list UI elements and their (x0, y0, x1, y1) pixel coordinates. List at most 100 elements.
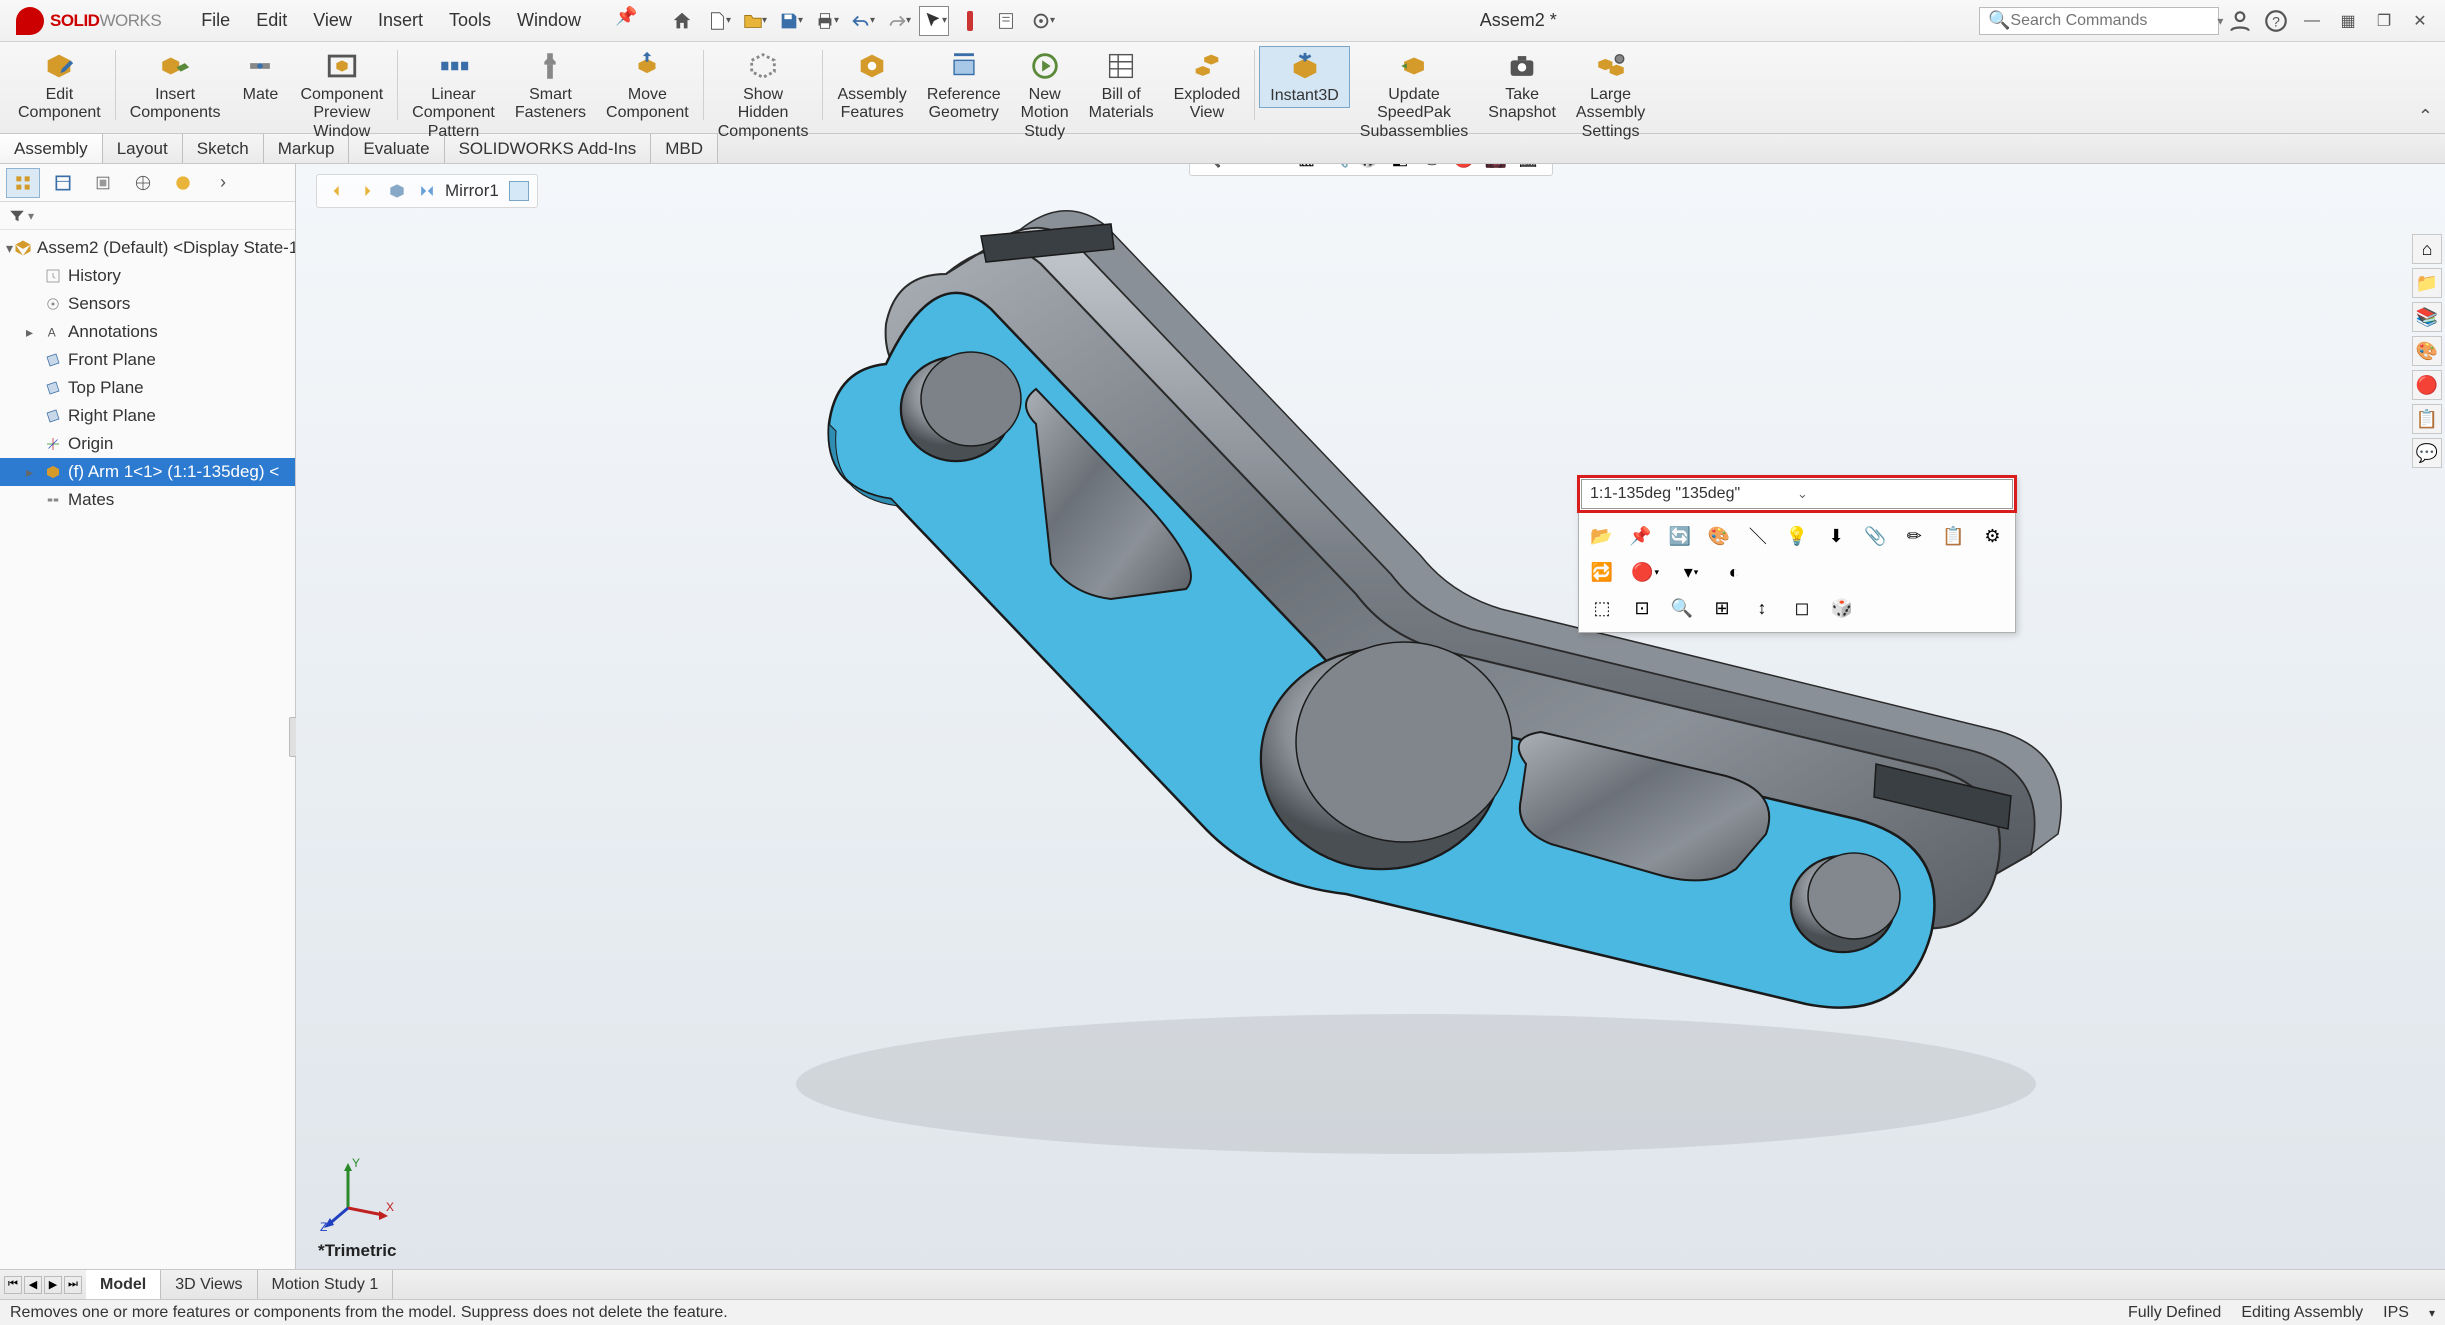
bottom-tab-motion-study-1[interactable]: Motion Study 1 (258, 1270, 394, 1299)
ribbon-large-asm[interactable]: Large Assembly Settings (1566, 46, 1655, 143)
tp-forum-icon[interactable]: 💬 (2412, 438, 2442, 468)
btab-first-icon[interactable]: ⏮ (4, 1276, 22, 1294)
new-icon[interactable]: ▾ (703, 6, 733, 36)
ctx-transparency-icon[interactable]: ◐ (1717, 556, 1751, 588)
ribbon-preview[interactable]: Component Preview Window (290, 46, 393, 143)
dimxpert-manager-tab[interactable] (126, 168, 160, 198)
ctx-isolate-icon[interactable]: ⬇ (1820, 520, 1853, 552)
ctx-pin-icon[interactable]: 📌 (1624, 520, 1657, 552)
tree-item-origin[interactable]: Origin (0, 430, 295, 458)
ribbon-ref-geom[interactable]: Reference Geometry (917, 46, 1011, 125)
tree-item-mates[interactable]: Mates (0, 486, 295, 514)
status-dropdown-icon[interactable]: ▾ (2429, 1306, 2435, 1320)
redo-icon[interactable]: ▾ (883, 6, 913, 36)
ctx-normal-icon[interactable]: ⊡ (1625, 592, 1659, 624)
ctx-highlight-icon[interactable]: 💡 (1780, 520, 1813, 552)
bc-face-icon[interactable] (509, 181, 529, 201)
ribbon-bom[interactable]: Bill of Materials (1079, 46, 1164, 125)
ctx-tree-icon[interactable]: 📋 (1937, 520, 1970, 552)
ctx-options-icon[interactable]: ⚙ (1976, 520, 2009, 552)
feature-manager-tab[interactable] (6, 168, 40, 198)
file-properties-icon[interactable] (991, 6, 1021, 36)
ctx-open-icon[interactable]: 📂 (1585, 520, 1618, 552)
ctx-suppress-icon[interactable]: ⬚ (1585, 592, 1619, 624)
zoom-area-icon[interactable]: ⛶ (1230, 164, 1256, 171)
home-icon[interactable] (667, 6, 697, 36)
tp-view-palette-icon[interactable]: 🎨 (2412, 336, 2442, 366)
dynamic-annotation-icon[interactable]: 🔧 (1326, 164, 1352, 171)
edit-appearance-icon[interactable]: 🔴▾ (1454, 164, 1480, 171)
graphics-area[interactable]: 🔍 ⛶ ↶ ▧ 🔧 🎲▾ ◧▾ 👁▾ 🔴▾ 🌄▾ 🖥▾ ⛓ ◻ — ❐ ✕ Mi… (296, 164, 2445, 1269)
filter-bar[interactable]: ▾ (0, 202, 295, 230)
configuration-manager-tab[interactable] (86, 168, 120, 198)
search-dropdown-icon[interactable]: ▾ (2217, 14, 2223, 28)
menu-file[interactable]: File (197, 6, 234, 35)
view-orientation-icon[interactable]: 🎲▾ (1358, 164, 1384, 171)
property-manager-tab[interactable] (46, 168, 80, 198)
ctx-dropdown-icon[interactable]: ▾▾ (1671, 556, 1711, 588)
btab-last-icon[interactable]: ⏭ (64, 1276, 82, 1294)
view-settings-icon[interactable]: 🖥▾ (1518, 164, 1544, 171)
hide-show-icon[interactable]: 👁▾ (1422, 164, 1448, 171)
btab-next-icon[interactable]: ▶ (44, 1276, 62, 1294)
ribbon-tab-sketch[interactable]: Sketch (183, 134, 264, 163)
ribbon-motion[interactable]: New Motion Study (1011, 46, 1079, 143)
ribbon-show-hidden[interactable]: Show Hidden Components (708, 46, 819, 143)
bc-forward-icon[interactable] (355, 179, 379, 203)
ctx-iso-icon[interactable]: 🎲 (1825, 592, 1859, 624)
menu-window[interactable]: Window (513, 6, 585, 35)
print-icon[interactable]: ▾ (811, 6, 841, 36)
ribbon-snapshot[interactable]: Take Snapshot (1478, 46, 1566, 125)
tree-caret-icon[interactable]: ▸ (26, 324, 42, 341)
ribbon-edit-comp[interactable]: Edit Component (8, 46, 111, 125)
ctx-axis-icon[interactable]: ↕ (1745, 592, 1779, 624)
tree-item-annotations[interactable]: ▸AAnnotations (0, 318, 295, 346)
save-icon[interactable]: ▾ (775, 6, 805, 36)
ribbon-asm-features[interactable]: Assembly Features (827, 46, 916, 125)
select-icon[interactable]: ▾ (919, 6, 949, 36)
menu-insert[interactable]: Insert (374, 6, 427, 35)
tree-item-history[interactable]: History (0, 262, 295, 290)
section-view-icon[interactable]: ▧ (1294, 164, 1320, 171)
menu-edit[interactable]: Edit (252, 6, 291, 35)
ribbon-fasteners[interactable]: Smart Fasteners (505, 46, 596, 125)
ctx-rotate-icon[interactable]: 🔄 (1663, 520, 1696, 552)
tree-item-sensors[interactable]: Sensors (0, 290, 295, 318)
tree-caret-icon[interactable]: ▸ (26, 464, 42, 481)
ribbon-tab-layout[interactable]: Layout (103, 134, 183, 163)
display-style-icon[interactable]: ◧▾ (1390, 164, 1416, 171)
panel-overflow-icon[interactable]: › (206, 168, 240, 198)
ribbon-linear-pattern[interactable]: Linear Component Pattern (402, 46, 505, 143)
ribbon-insert-comp[interactable]: Insert Components (120, 46, 231, 125)
undo-icon[interactable]: ▾ (847, 6, 877, 36)
collapse-ribbon-icon[interactable]: ⌃ (2418, 106, 2433, 127)
ctx-clip-icon[interactable]: 📎 (1859, 520, 1892, 552)
bc-part-icon[interactable] (385, 179, 409, 203)
part-model-arm[interactable] (566, 194, 2266, 1244)
bottom-tab-model[interactable]: Model (86, 1270, 161, 1299)
close-icon[interactable]: ✕ (2407, 8, 2433, 34)
tp-resources-icon[interactable]: 📁 (2412, 268, 2442, 298)
ribbon-speedpak[interactable]: Update SpeedPak Subassemblies (1350, 46, 1479, 143)
tp-appearances-icon[interactable]: 🔴 (2412, 370, 2442, 400)
ribbon-mate[interactable]: Mate (230, 46, 290, 106)
tp-home-icon[interactable]: ⌂ (2412, 234, 2442, 264)
bottom-tab-3d-views[interactable]: 3D Views (161, 1270, 257, 1299)
pin-menu-icon[interactable]: 📌 (615, 6, 637, 35)
ribbon-instant3d[interactable]: Instant3D (1259, 46, 1349, 108)
ribbon-move[interactable]: Move Component (596, 46, 699, 125)
ctx-zoom-icon[interactable]: 🔍 (1665, 592, 1699, 624)
user-icon[interactable] (2227, 8, 2253, 34)
ribbon-tab-assembly[interactable]: Assembly (0, 134, 103, 163)
options-icon[interactable]: ▾ (1027, 6, 1057, 36)
apply-scene-icon[interactable]: 🌄▾ (1486, 164, 1512, 171)
previous-view-icon[interactable]: ↶ (1262, 164, 1288, 171)
tree-item-part-selected[interactable]: ▸(f) Arm 1<1> (1:1-135deg) < (0, 458, 295, 486)
ctx-color-icon[interactable]: 🎨 (1702, 520, 1735, 552)
tile-icon[interactable]: ▦ (2335, 8, 2361, 34)
tree-item-plane[interactable]: Front Plane (0, 346, 295, 374)
tree-root[interactable]: ▾ Assem2 (Default) <Display State-1> (0, 234, 295, 262)
ctx-appearance-icon[interactable]: 🔴▾ (1625, 556, 1665, 588)
tree-item-plane[interactable]: Right Plane (0, 402, 295, 430)
menu-tools[interactable]: Tools (445, 6, 495, 35)
